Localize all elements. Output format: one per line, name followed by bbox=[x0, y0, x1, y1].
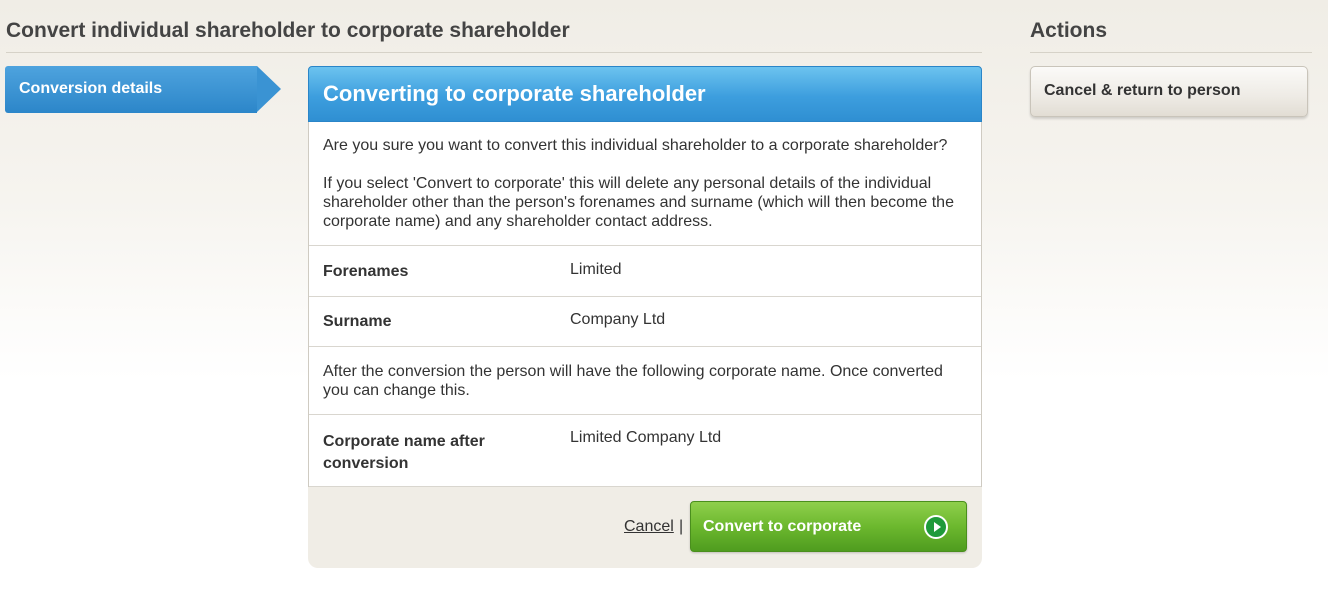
cancel-return-to-person-button[interactable]: Cancel & return to person bbox=[1030, 66, 1308, 117]
step-arrow bbox=[257, 66, 281, 112]
intro-text: Are you sure you want to convert this in… bbox=[309, 122, 981, 246]
panel-body: Are you sure you want to convert this in… bbox=[308, 122, 982, 487]
step-label: Conversion details bbox=[19, 80, 163, 97]
step-conversion-details: Conversion details bbox=[5, 66, 257, 113]
forenames-label: Forenames bbox=[323, 263, 409, 280]
forenames-value: Limited bbox=[570, 261, 622, 278]
surname-row: Surname Company Ltd bbox=[309, 297, 981, 347]
actions-title: Actions bbox=[1030, 19, 1108, 42]
cancel-return-label: Cancel & return to person bbox=[1044, 82, 1241, 99]
corporate-name-label: Corporate name after conversion bbox=[323, 433, 485, 472]
link-separator: | bbox=[679, 518, 684, 535]
surname-label: Surname bbox=[323, 313, 392, 330]
actions-divider bbox=[1030, 52, 1312, 53]
arrow-right-circle-icon bbox=[924, 515, 948, 539]
corporate-name-row: Corporate name after conversion Limited … bbox=[309, 415, 981, 487]
cancel-link[interactable]: Cancel bbox=[624, 518, 674, 536]
convert-button-label: Convert to corporate bbox=[703, 518, 862, 535]
surname-value: Company Ltd bbox=[570, 311, 666, 328]
title-divider bbox=[6, 52, 982, 53]
convert-to-corporate-button[interactable]: Convert to corporate bbox=[690, 501, 967, 552]
forenames-row: Forenames Limited bbox=[309, 246, 981, 297]
conversion-panel: Converting to corporate shareholder Are … bbox=[308, 66, 982, 568]
corporate-name-value: Limited Company Ltd bbox=[570, 429, 722, 446]
delete-warning: If you select 'Convert to corporate' thi… bbox=[323, 175, 954, 230]
conversion-note: After the conversion the person will hav… bbox=[309, 347, 981, 415]
panel-footer: Cancel | Convert to corporate bbox=[308, 487, 982, 568]
panel-title: Converting to corporate shareholder bbox=[308, 66, 982, 122]
confirm-question: Are you sure you want to convert this in… bbox=[323, 137, 948, 154]
page-title: Convert individual shareholder to corpor… bbox=[6, 19, 570, 42]
